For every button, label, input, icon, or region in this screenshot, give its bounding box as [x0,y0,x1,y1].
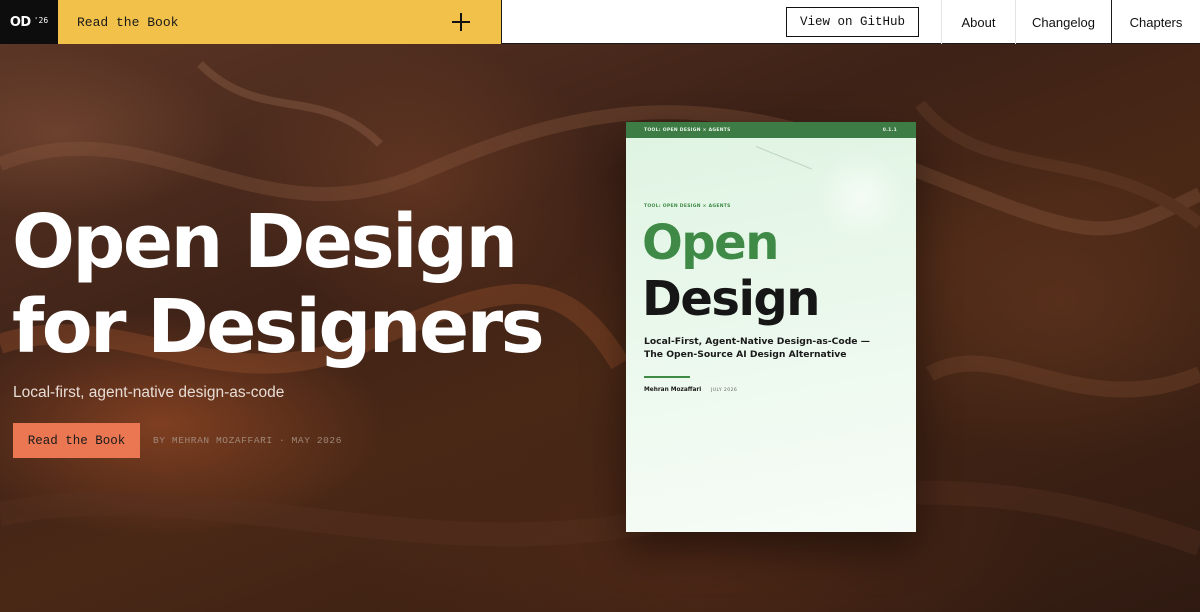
nav-link-about[interactable]: About [941,0,1015,44]
book-cover-topbar: TOOL: OPEN DESIGN × AGENTS 0.1.1 [626,122,916,138]
book-version-label: 0.1.1 [882,127,897,133]
hero-title: Open Design for Designers [12,200,612,370]
top-navigation-bar: OD '26 Read the Book View on GitHub Abou… [0,0,1200,44]
nav-link-changelog[interactable]: Changelog [1015,0,1111,44]
plus-icon[interactable] [451,12,471,32]
read-the-book-label: Read the Book [77,14,179,30]
book-cover[interactable]: TOOL: OPEN DESIGN × AGENTS 0.1.1 TOOL: O… [626,122,916,532]
hero-title-line-1: Open Design [12,199,518,285]
book-tag: TOOL: OPEN DESIGN × AGENTS [644,204,731,209]
logo-mark: OD [9,14,31,30]
hero-title-line-2: for Designers [12,284,545,370]
github-button-wrap: View on GitHub [785,0,941,43]
view-on-github-button[interactable]: View on GitHub [785,6,919,37]
book-title-design: Design [642,271,820,327]
hero-section: Open Design for Designers Local-first, a… [0,44,1200,612]
book-date: JULY 2026 [711,388,738,393]
book-author: Mehran Mozaffari [644,387,702,393]
read-the-book-button[interactable]: Read the Book [13,423,140,458]
book-title-open: Open [642,215,779,271]
read-the-book-bar[interactable]: Read the Book [58,0,502,44]
book-subtitle: Local-First, Agent-Native Design-as-Code… [644,336,870,360]
header-spacer [502,0,786,43]
book-cover-glow [816,152,906,242]
site-logo[interactable]: OD '26 [0,0,58,44]
author-byline: BY MEHRAN MOZAFFARI · MAY 2026 [153,435,343,446]
hero-subtitle: Local-first, agent-native design-as-code [13,384,285,401]
nav-link-chapters[interactable]: Chapters [1111,0,1200,44]
book-series-label: TOOL: OPEN DESIGN × AGENTS [644,127,731,133]
book-divider [644,376,690,378]
logo-year: '26 [33,15,49,25]
book-cover-decorative-line [755,146,812,170]
